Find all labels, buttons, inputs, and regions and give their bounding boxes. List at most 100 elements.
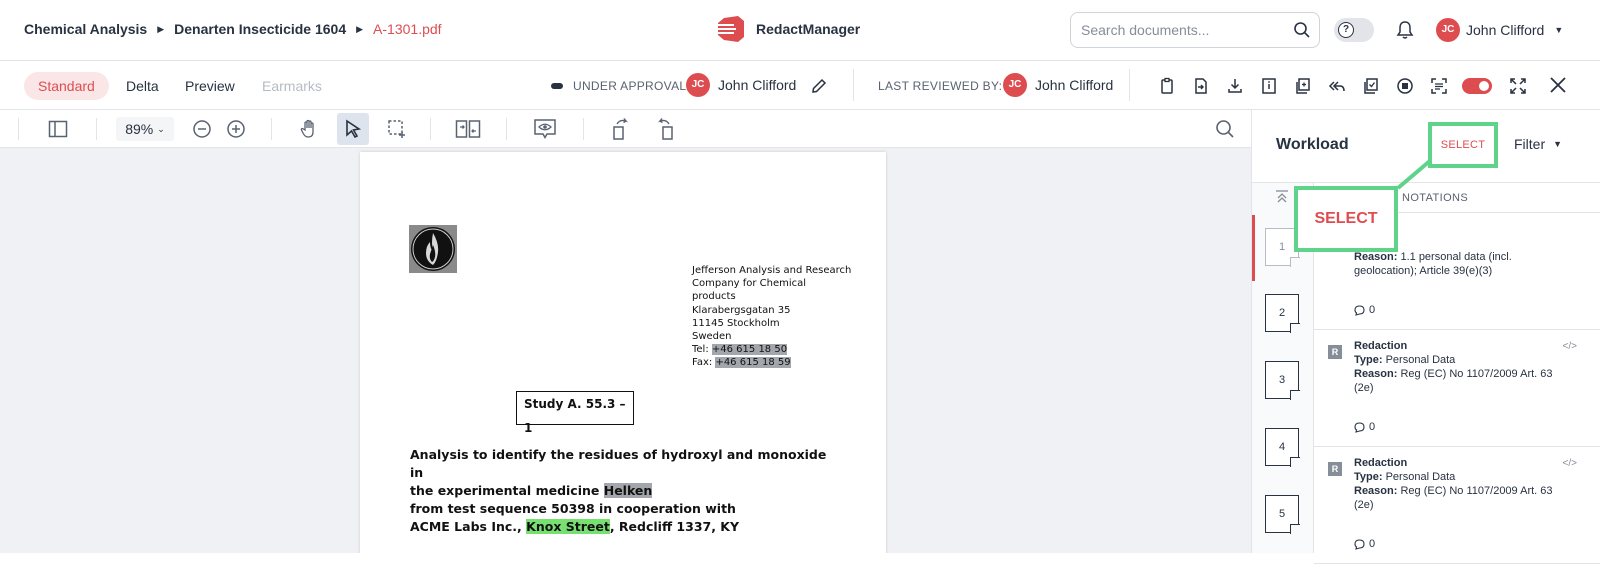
redaction-badge: R bbox=[1328, 345, 1342, 359]
help-icon: ? bbox=[1338, 22, 1354, 38]
tab-preview[interactable]: Preview bbox=[171, 72, 249, 100]
ocr-scan-icon[interactable] bbox=[1422, 75, 1456, 97]
rotate-right-icon[interactable] bbox=[649, 113, 681, 145]
redaction-preview-toggle[interactable] bbox=[1462, 78, 1492, 94]
selected-address-highlight[interactable]: Knox Street bbox=[526, 519, 610, 534]
breadcrumb-dossier[interactable]: Denarten Insecticide 1604 bbox=[174, 21, 346, 37]
annotation-reason: Reason: Reg (EC) No 1107/2009 Art. 63 (2… bbox=[1354, 485, 1553, 511]
zoom-in-icon[interactable] bbox=[220, 113, 252, 145]
status-badge: UNDER APPROVAL bbox=[551, 79, 686, 93]
comments-count[interactable]: 0 bbox=[1354, 421, 1375, 433]
title-line: ACME Labs Inc., Knox Street, Redcliff 13… bbox=[410, 518, 830, 536]
approve-pages-icon[interactable] bbox=[1354, 75, 1388, 97]
divider bbox=[18, 118, 19, 140]
close-icon[interactable] bbox=[1548, 75, 1568, 95]
comment-icon bbox=[1354, 421, 1365, 433]
comments-count[interactable]: 0 bbox=[1354, 538, 1375, 550]
workload-panel: Workload SELECT Filter ▼ 1 2 3 4 5 NOTAT… bbox=[1251, 110, 1600, 564]
title-line: Analysis to identify the residues of hyd… bbox=[410, 447, 827, 480]
title-line: from test sequence 50398 in cooperation … bbox=[410, 501, 736, 516]
area-select-icon[interactable] bbox=[381, 113, 413, 145]
copy-pages-icon[interactable] bbox=[1286, 75, 1320, 97]
annotation-item[interactable]: R Redaction Type: Personal Data Reason: … bbox=[1314, 331, 1600, 447]
page-thumb-3[interactable]: 3 bbox=[1265, 361, 1300, 400]
title-text: the experimental medicine bbox=[410, 483, 604, 498]
select-cursor-icon[interactable] bbox=[337, 113, 369, 145]
panel-header: Workload SELECT Filter ▼ bbox=[1252, 110, 1600, 183]
avatar: JC bbox=[1436, 18, 1460, 42]
edit-assignee-pencil-icon[interactable] bbox=[810, 77, 828, 95]
document-actions bbox=[1150, 75, 1535, 97]
user-name: John Clifford bbox=[1466, 22, 1545, 38]
fax-line: Fax: +46 615 18 59 bbox=[692, 356, 852, 369]
search-input[interactable] bbox=[1081, 22, 1291, 38]
address-line: Sweden bbox=[692, 331, 732, 343]
compare-pages-icon[interactable] bbox=[452, 113, 484, 145]
chevron-right-icon: ▶ bbox=[356, 23, 364, 34]
document-action-bar: Standard Delta Preview Earmarks UNDER AP… bbox=[0, 61, 1600, 110]
divider bbox=[96, 118, 97, 140]
document-info-icon[interactable] bbox=[1252, 75, 1286, 97]
caret-down-icon: ▼ bbox=[1554, 25, 1564, 35]
fullscreen-icon[interactable] bbox=[1501, 75, 1535, 97]
app-logo: RedactManager bbox=[716, 15, 860, 43]
code-icon[interactable]: </> bbox=[1563, 341, 1577, 352]
zoom-out-icon[interactable] bbox=[186, 113, 218, 145]
reviewer: JC John Clifford bbox=[1003, 73, 1113, 97]
divider bbox=[853, 69, 854, 101]
redacted-phone[interactable]: +46 615 18 50 bbox=[711, 344, 788, 356]
comments-count[interactable]: 0 bbox=[1354, 304, 1375, 316]
panel-title: Workload bbox=[1276, 136, 1349, 153]
search-icon[interactable] bbox=[1293, 21, 1311, 39]
reviewer-name: John Clifford bbox=[1035, 77, 1114, 93]
select-button[interactable]: SELECT bbox=[1428, 122, 1498, 168]
redacted-name[interactable]: Helken bbox=[603, 483, 653, 498]
reply-all-icon[interactable] bbox=[1320, 75, 1354, 97]
filter-dropdown[interactable]: Filter ▼ bbox=[1514, 136, 1562, 152]
rotate-left-icon[interactable] bbox=[605, 113, 637, 145]
breadcrumb-file[interactable]: A-1301.pdf bbox=[373, 21, 442, 37]
top-bar: Chemical Analysis ▶ Denarten Insecticide… bbox=[0, 0, 1600, 61]
comment-icon bbox=[1354, 304, 1365, 316]
annotation-type: Type: Personal Data bbox=[1354, 471, 1456, 483]
breadcrumb-dossier-template[interactable]: Chemical Analysis bbox=[24, 21, 147, 37]
address-line: Klarabergsgatan 35 bbox=[692, 304, 791, 316]
tel-line: Tel: +46 615 18 50 bbox=[692, 343, 852, 356]
redacted-fax[interactable]: +46 615 18 59 bbox=[715, 357, 791, 369]
filter-label: Filter bbox=[1514, 136, 1546, 152]
caret-down-icon: ▼ bbox=[1553, 139, 1563, 149]
help-mode-toggle[interactable]: ? bbox=[1334, 18, 1374, 42]
collapse-up-icon[interactable] bbox=[1274, 189, 1290, 205]
search-document-icon[interactable] bbox=[1209, 113, 1241, 145]
download-icon[interactable] bbox=[1218, 75, 1252, 97]
app-name: RedactManager bbox=[756, 21, 861, 37]
tab-standard[interactable]: Standard bbox=[24, 72, 109, 100]
page-thumb-2[interactable]: 2 bbox=[1265, 294, 1300, 333]
study-box: Study A. 55.3 – 1 bbox=[516, 391, 634, 435]
document-page[interactable]: Jefferson Analysis and Research Company … bbox=[360, 152, 886, 553]
code-icon[interactable]: </> bbox=[1563, 458, 1577, 469]
user-menu[interactable]: JC John Clifford ▼ bbox=[1436, 18, 1563, 42]
status-dot-icon bbox=[551, 83, 563, 89]
divider bbox=[583, 118, 584, 140]
annotation-title: Redaction bbox=[1354, 340, 1408, 352]
chevron-down-icon: ⌄ bbox=[157, 123, 165, 134]
comment-icon bbox=[1354, 538, 1365, 550]
zoom-select[interactable]: 89% ⌄ bbox=[116, 117, 174, 141]
tab-delta[interactable]: Delta bbox=[112, 72, 173, 100]
document-viewer[interactable]: Jefferson Analysis and Research Company … bbox=[0, 148, 1251, 553]
redactmanager-logo-icon bbox=[716, 16, 744, 42]
clipboard-icon[interactable] bbox=[1150, 75, 1184, 97]
annotation-visibility-icon[interactable] bbox=[529, 113, 561, 145]
import-file-icon[interactable] bbox=[1184, 75, 1218, 97]
stop-record-icon[interactable] bbox=[1388, 75, 1422, 97]
annotation-item[interactable]: R Redaction Type: Personal Data Reason: … bbox=[1314, 448, 1600, 564]
status-text: UNDER APPROVAL bbox=[573, 79, 687, 93]
company-logo-image bbox=[409, 225, 457, 273]
toggle-sidebar-icon[interactable] bbox=[42, 113, 74, 145]
pan-hand-icon[interactable] bbox=[293, 113, 325, 145]
annotation-title: Redaction bbox=[1354, 457, 1408, 469]
page-thumb-4[interactable]: 4 bbox=[1265, 428, 1300, 467]
notification-bell-icon[interactable] bbox=[1396, 20, 1414, 40]
page-thumb-5[interactable]: 5 bbox=[1265, 495, 1300, 534]
